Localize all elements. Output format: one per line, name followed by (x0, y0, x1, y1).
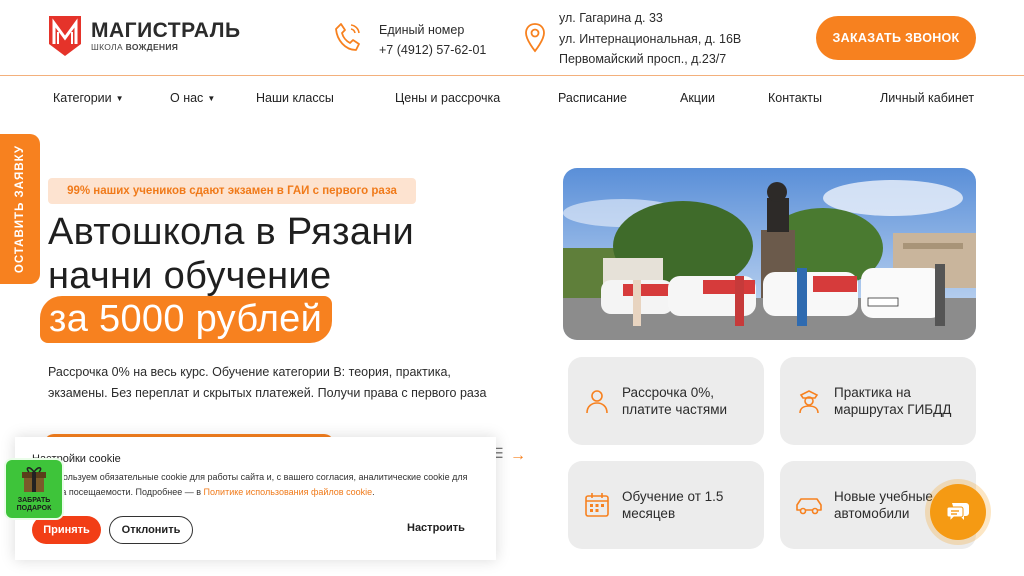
feature-practice: Практика на маршрутах ГИБДД (780, 357, 976, 445)
gift-label-2: ПОДАРОК (16, 505, 52, 512)
header: МАГИСТРАЛЬ ШКОЛА ВОЖДЕНИЯ Единый номер +… (0, 0, 1024, 76)
car-icon (796, 498, 822, 515)
leave-request-tab[interactable]: ОСТАВИТЬ ЗАЯВКУ (0, 134, 40, 284)
nav-item-classes[interactable]: Наши классы (256, 91, 334, 105)
person-icon (586, 390, 608, 414)
chat-icon (946, 503, 969, 523)
address-1: ул. Гагарина д. 33 (559, 11, 663, 25)
feature-installment: Рассрочка 0%, платите частями (568, 357, 764, 445)
cookie-text: Мы используем обязательные cookie для ра… (32, 472, 468, 497)
leave-request-label: ОСТАВИТЬ ЗАЯВКУ (14, 144, 27, 274)
accept-cookies-button[interactable]: Принять (32, 516, 101, 544)
chat-button[interactable] (930, 484, 986, 540)
gift-label-1: ЗАБРАТЬ (17, 497, 51, 504)
logo[interactable]: МАГИСТРАЛЬ ШКОЛА ВОЖДЕНИЯ (47, 14, 241, 58)
hero-description: Рассрочка 0% на весь курс. Обучение кате… (48, 365, 487, 400)
caret-down-icon: ▼ (207, 94, 216, 103)
location-pin-icon (525, 23, 545, 53)
address-3: Первомайский просп., д.23/7 (559, 52, 727, 66)
nav-item-promotions[interactable]: Акции (680, 91, 715, 105)
nav-item-contacts[interactable]: Контакты (768, 91, 822, 105)
feature-duration: Обучение от 1.5 месяцев (568, 461, 764, 549)
arrow-right-icon[interactable]: → (510, 447, 526, 465)
logo-sub-1: ШКОЛА (91, 42, 123, 52)
cookie-banner: Настройки cookie Мы используем обязатель… (15, 437, 496, 560)
students-photo (563, 168, 976, 340)
decline-cookies-button[interactable]: Отклонить (109, 516, 193, 544)
phone-label: Единый номер (379, 23, 465, 37)
order-call-button[interactable]: ЗАКАЗАТЬ ЗВОНОК (816, 16, 976, 60)
logo-icon (49, 16, 81, 56)
cookie-settings-button[interactable]: Настроить (407, 522, 465, 534)
caret-down-icon: ▼ (115, 94, 124, 103)
success-badge: 99% наших учеников сдают экзамен в ГАИ с… (48, 178, 416, 204)
police-officer-icon (799, 390, 819, 414)
nav-item-about[interactable]: О нас ▼ (170, 91, 215, 105)
nav-item-account[interactable]: Личный кабинет (880, 91, 974, 105)
nav-item-prices[interactable]: Цены и рассрочка (395, 91, 500, 105)
hero-price: за 5000 рублей (40, 296, 333, 343)
gift-widget[interactable]: ЗАБРАТЬ ПОДАРОК (6, 460, 62, 518)
address-2: ул. Интернациональная, д. 16В (559, 31, 742, 46)
phone-icon (335, 23, 360, 51)
logo-name: МАГИСТРАЛЬ (91, 19, 241, 42)
hero-title: Автошкола в Рязани начни обучение (48, 211, 415, 297)
calendar-icon (585, 493, 609, 517)
address-block: ул. Гагарина д. 33 ул. Интернациональная… (524, 8, 741, 70)
logo-sub-2: ВОЖДЕНИЯ (125, 42, 179, 52)
phone-block: Единый номер +7 (4912) 57-62-01 (333, 20, 486, 60)
phone-number[interactable]: +7 (4912) 57-62-01 (379, 40, 486, 60)
nav-item-schedule[interactable]: Расписание (558, 91, 627, 105)
main-nav: Категории ▼ О нас ▼ Наши классы Цены и рас… (0, 77, 1024, 119)
cookie-policy-link[interactable]: Политике использования файлов cookie (204, 487, 373, 497)
gift-icon (22, 467, 46, 492)
nav-item-categories[interactable]: Категории ▼ (53, 91, 124, 105)
